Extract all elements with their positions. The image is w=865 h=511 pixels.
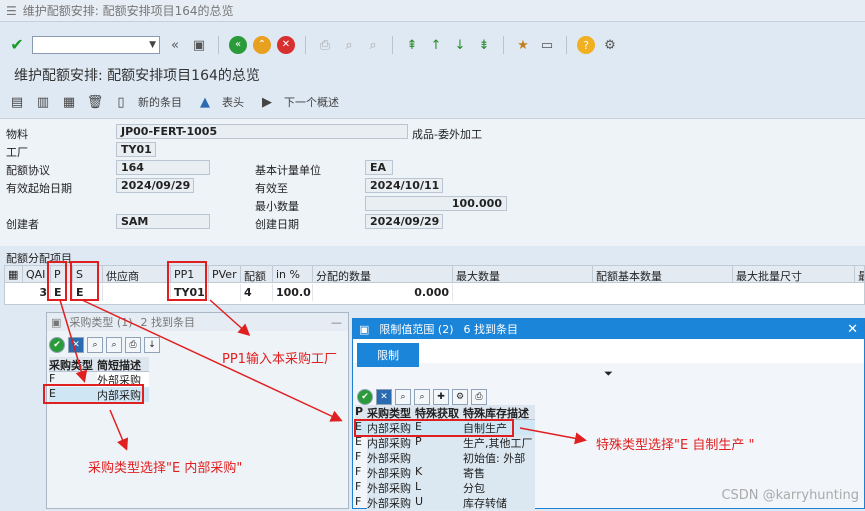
annotation-pp1: PP1输入本采购工厂 — [222, 352, 337, 367]
arrow-popup2-to-note — [519, 427, 587, 445]
arrow-p-to-popup1 — [59, 299, 88, 383]
arrow-pp1-to-note — [209, 299, 251, 337]
arrow-popup1-to-note — [109, 409, 129, 451]
annotation-procurement-type: 采购类型选择"E 内部采购" — [88, 461, 243, 476]
annotation-special-type: 特殊类型选择"E 自制生产 " — [596, 438, 755, 453]
watermark: CSDN @karryhunting — [721, 488, 859, 503]
annotation-arrows — [59, 299, 587, 451]
